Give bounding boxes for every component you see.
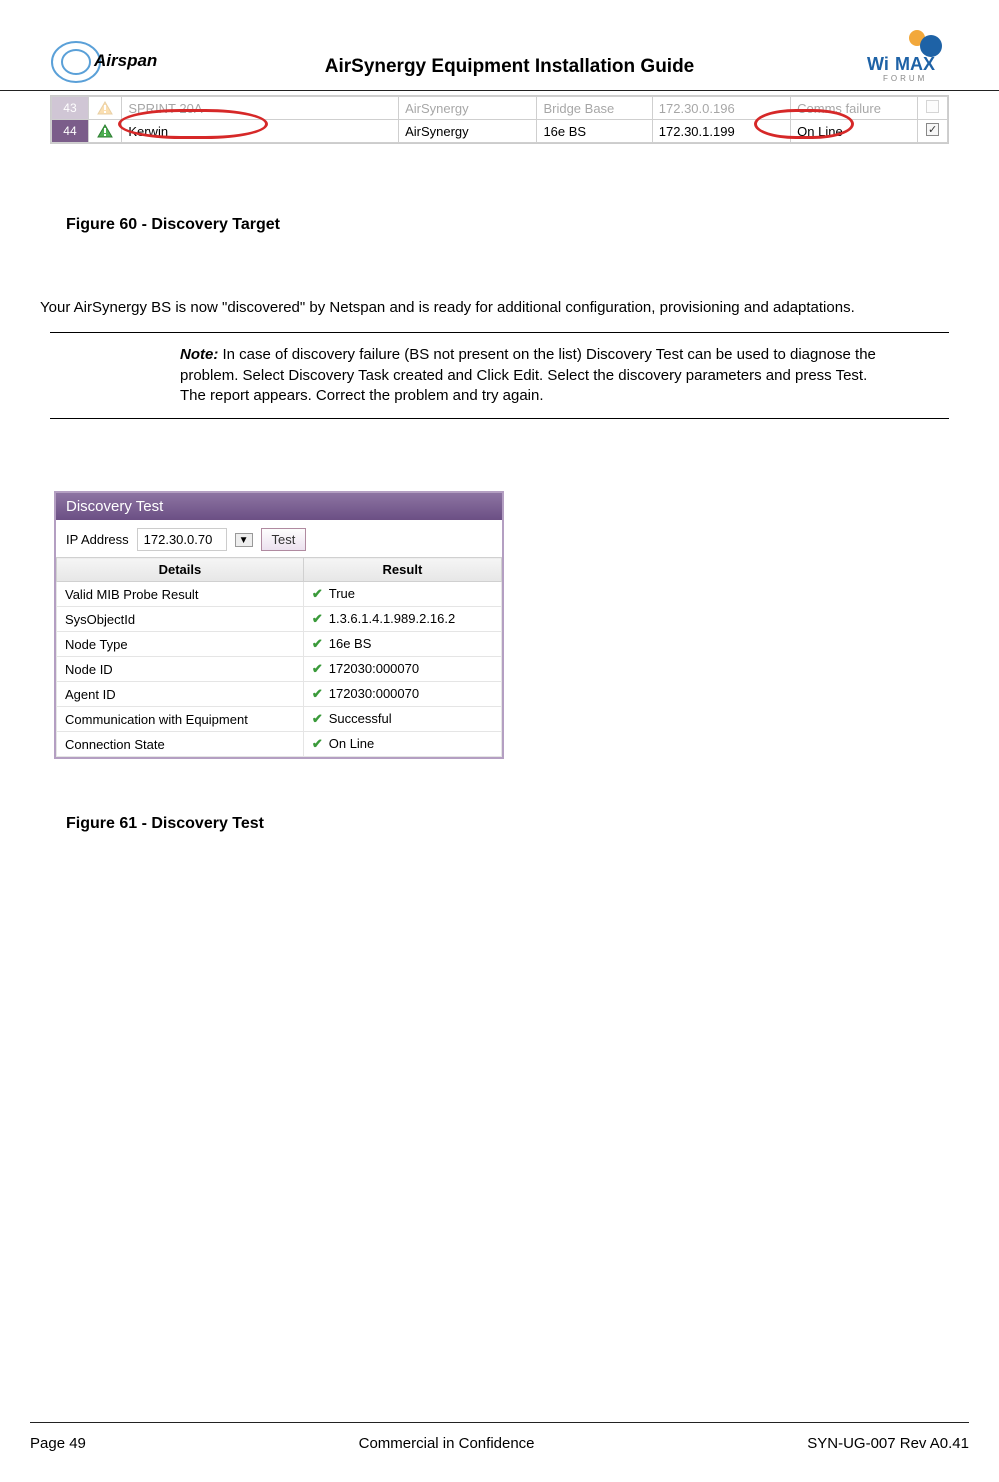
checkbox (917, 97, 947, 120)
page-footer: Page 49 Commercial in Confidence SYN-UG-… (30, 1422, 969, 1452)
discovery-table: 43 SPRINT 20A AirSynergy Bridge Base 172… (51, 96, 948, 143)
ip-address-input[interactable]: 172.30.0.70 (137, 528, 227, 551)
footer-docrev: SYN-UG-007 Rev A0.41 (807, 1435, 969, 1452)
table-row: Node Type✔16e BS (57, 632, 502, 657)
note-label: Note: (180, 346, 218, 363)
check-icon: ✔ (312, 611, 323, 626)
check-icon: ✔ (312, 736, 323, 751)
svg-text:Airspan: Airspan (93, 51, 157, 70)
check-icon: ✔ (312, 586, 323, 601)
col-result: Result (303, 558, 501, 582)
warning-icon (88, 120, 121, 143)
footer-page: Page 49 (30, 1435, 86, 1452)
wimax-logo: Wi MAX FORUM (861, 24, 951, 84)
ip-address-label: IP Address (66, 532, 129, 547)
check-icon: ✔ (312, 686, 323, 701)
check-icon: ✔ (312, 711, 323, 726)
table-row: SysObjectId✔1.3.6.1.4.1.989.2.16.2 (57, 607, 502, 632)
table-row: Valid MIB Probe Result✔True (57, 582, 502, 607)
discovery-test-dialog: Discovery Test IP Address 172.30.0.70 ▼ … (54, 491, 504, 759)
checkbox (917, 120, 947, 143)
note-text: In case of discovery failure (BS not pre… (180, 346, 876, 404)
figure-caption: Figure 60 - Discovery Target (66, 216, 969, 234)
dialog-title: Discovery Test (56, 493, 502, 520)
check-icon: ✔ (312, 661, 323, 676)
warning-icon (88, 97, 121, 120)
discovery-test-table: Details Result Valid MIB Probe Result✔Tr… (56, 557, 502, 757)
table-row: Communication with Equipment✔Successful (57, 707, 502, 732)
test-button[interactable]: Test (261, 528, 307, 551)
table-row: 44 Kerwin AirSynergy 16e BS 172.30.1.199… (52, 120, 948, 143)
body-paragraph: Your AirSynergy BS is now "discovered" b… (40, 298, 959, 318)
table-row: 43 SPRINT 20A AirSynergy Bridge Base 172… (52, 97, 948, 120)
airspan-logo: Airspan (48, 24, 158, 84)
discovery-target-screenshot: 43 SPRINT 20A AirSynergy Bridge Base 172… (30, 95, 969, 144)
table-row: Connection State✔On Line (57, 732, 502, 757)
note-block: Note: In case of discovery failure (BS n… (50, 332, 949, 419)
table-row: Agent ID✔172030:000070 (57, 682, 502, 707)
table-row: Node ID✔172030:000070 (57, 657, 502, 682)
footer-confidential: Commercial in Confidence (359, 1435, 535, 1452)
svg-text:MAX: MAX (895, 54, 935, 74)
doc-title: AirSynergy Equipment Installation Guide (158, 56, 861, 84)
check-icon: ✔ (312, 636, 323, 651)
dropdown-button[interactable]: ▼ (235, 533, 253, 547)
col-details: Details (57, 558, 304, 582)
svg-text:Wi: Wi (867, 54, 889, 74)
svg-text:FORUM: FORUM (883, 74, 927, 83)
page-header: Airspan AirSynergy Equipment Installatio… (0, 0, 999, 91)
figure-caption: Figure 61 - Discovery Test (66, 815, 969, 833)
